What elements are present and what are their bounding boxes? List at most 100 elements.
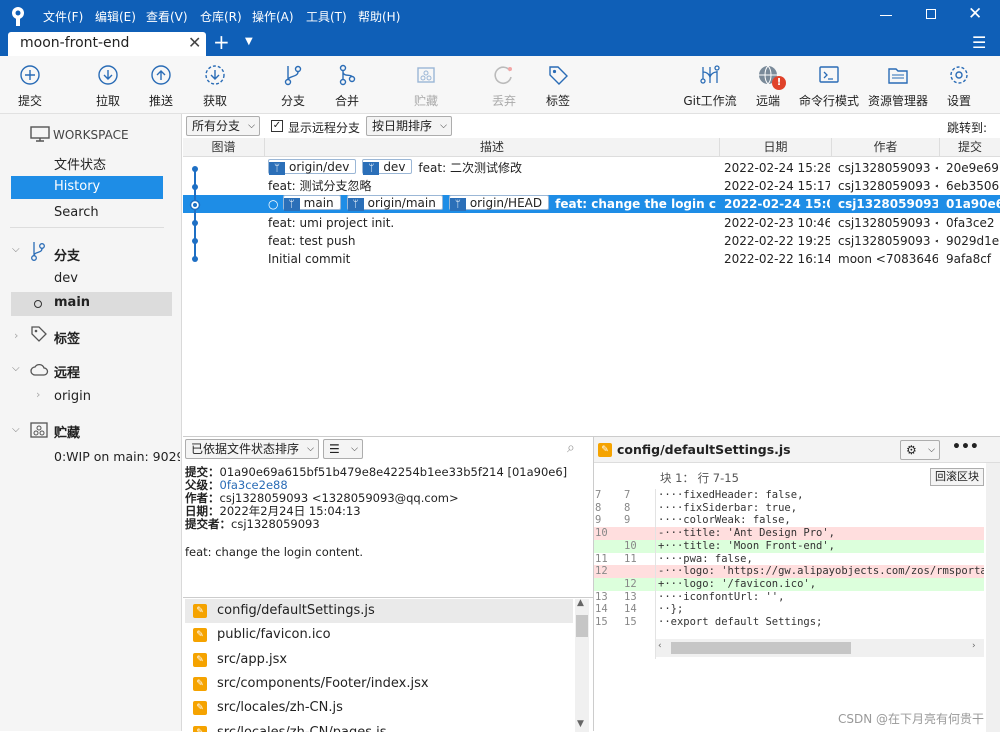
more-options-icon[interactable]: ••• [952, 439, 979, 455]
commit-author: csj1328059093 < [838, 159, 938, 177]
menu-tools[interactable]: 工具(T) [306, 8, 347, 25]
files-scrollbar[interactable]: ▲ ▼ [575, 599, 589, 732]
settings-button[interactable]: 设置 [929, 56, 989, 114]
ref-label[interactable]: ᛘorigin/main [347, 195, 443, 210]
pull-button[interactable]: 拉取 [78, 56, 138, 114]
hamburger-menu-icon[interactable]: ☰ [972, 33, 986, 52]
branch-filter-dropdown[interactable]: 所有分支 ⌵ [186, 116, 260, 136]
terminal-button[interactable]: 命令行模式 [798, 56, 860, 114]
maximize-button[interactable] [926, 9, 936, 19]
commit-row[interactable]: feat: test push2022-02-22 19:25csj132805… [183, 232, 1000, 250]
tab-moon-front-end[interactable]: moon-front-end ✕ [8, 32, 206, 56]
diff-code: -···logo: 'https://gw.alipayobjects.com/… [658, 565, 984, 578]
ref-label[interactable]: ᛘmain [283, 195, 341, 210]
cloud-icon [30, 363, 50, 377]
stashes-chevron-down-icon[interactable]: ⌵ [12, 424, 20, 435]
menu-repository[interactable]: 仓库(R) [200, 8, 242, 25]
fetch-button[interactable]: 获取 [185, 56, 245, 114]
stashes-heading[interactable]: 贮藏 [54, 422, 80, 441]
ref-label[interactable]: ᛘorigin/dev [268, 159, 356, 174]
tags-chevron-right-icon[interactable]: › [14, 329, 18, 342]
diff-horizontal-scrollbar[interactable]: ‹ › [656, 639, 984, 657]
push-button[interactable]: 推送 [131, 56, 191, 114]
revert-hunk-button[interactable]: 回滚区块 [930, 468, 984, 486]
workspace-heading: WORKSPACE [53, 128, 129, 142]
commit-row[interactable]: feat: umi project init.2022-02-23 10:46c… [183, 214, 1000, 232]
commit-button[interactable]: 提交 [0, 56, 60, 114]
parent-link[interactable]: 0fa3ce2e88 [220, 478, 288, 492]
commit-row[interactable]: Initial commit2022-02-22 16:14moon <7083… [183, 250, 1000, 268]
commit-label: 提交 [0, 92, 60, 109]
menu-edit[interactable]: 编辑(E) [95, 8, 136, 25]
commit-hash: 01a90e6 [946, 195, 1000, 213]
remotes-chevron-down-icon[interactable]: ⌵ [12, 363, 20, 374]
changed-file-row[interactable]: ✎src/components/Footer/index.jsx [185, 672, 573, 696]
explorer-button[interactable]: 资源管理器 [866, 56, 930, 114]
sidebar-branch-dev[interactable]: dev [54, 271, 78, 286]
column-header-commit[interactable]: 提交 [940, 138, 1000, 157]
file-sort-value: 已依据文件状态排序 [191, 442, 299, 456]
close-tab-icon[interactable]: ✕ [188, 33, 201, 52]
ref-label[interactable]: ᛘdev [362, 159, 412, 174]
file-sort-dropdown[interactable]: 已依据文件状态排序 ⌵ [185, 439, 319, 459]
close-window-button[interactable]: ✕ [968, 4, 982, 24]
column-header-description[interactable]: 描述 [265, 138, 720, 157]
diff-vertical-scrollbar[interactable] [986, 463, 1000, 732]
view-mode-dropdown[interactable]: ☰ ⌵ [323, 439, 363, 459]
changed-file-row[interactable]: ✎src/app.jsx [185, 648, 573, 672]
pull-icon [97, 64, 119, 86]
changed-file-row[interactable]: ✎src/locales/zh-CN.js [185, 696, 573, 720]
commit-row[interactable]: feat: 测试分支忽略2022-02-24 15:17csj132805909… [183, 177, 1000, 195]
commit-date: 2022-02-24 15:04 [724, 195, 830, 213]
branches-chevron-down-icon[interactable]: ⌵ [12, 244, 20, 255]
branch-button[interactable]: 分支 [263, 56, 323, 114]
commit-row[interactable]: ○ ᛘmainᛘorigin/mainᛘorigin/HEADfeat: cha… [183, 195, 1000, 213]
show-remote-checkbox[interactable]: ✓ [271, 120, 283, 132]
commit-description: Initial commit [268, 250, 716, 268]
sidebar-item-history[interactable]: History [11, 176, 163, 199]
sidebar-item-search[interactable]: Search [54, 205, 99, 220]
ref-label[interactable]: ᛘorigin/HEAD [449, 195, 549, 210]
branch-icon: ᛘ [450, 198, 466, 211]
discard-button[interactable]: 丢弃 [474, 56, 534, 114]
alert-badge-icon: ! [772, 76, 786, 90]
tag-button[interactable]: 标签 [528, 56, 588, 114]
jump-to-label[interactable]: 跳转到: [947, 119, 987, 136]
remote-button[interactable]: ! 远端 [738, 56, 798, 114]
menu-actions[interactable]: 操作(A) [252, 8, 294, 25]
changed-file-row[interactable]: ✎public/favicon.ico [185, 623, 573, 647]
watermark: CSDN @在下月亮有何贵干 [838, 710, 984, 727]
menu-file[interactable]: 文件(F) [43, 8, 83, 25]
sidebar-item-file-status[interactable]: 文件状态 [54, 154, 106, 173]
commit-row[interactable]: ᛘorigin/devᛘdevfeat: 二次测试修改2022-02-24 15… [183, 159, 1000, 177]
stash-button[interactable]: 贮藏 [396, 56, 456, 114]
show-remote-label: 显示远程分支 [288, 119, 360, 136]
date-value: 2022年2月24日 15:04:13 [220, 504, 361, 518]
chevron-down-icon: ⌵ [307, 440, 314, 458]
origin-chevron-right-icon[interactable]: › [36, 388, 40, 401]
remote-label: 远端 [738, 92, 798, 109]
sidebar-branch-main[interactable]: main [11, 292, 172, 316]
merge-button[interactable]: 合并 [317, 56, 377, 114]
sort-order-dropdown[interactable]: 按日期排序 ⌵ [366, 116, 452, 136]
column-header-date[interactable]: 日期 [720, 138, 832, 157]
new-tab-icon[interactable]: + [213, 30, 230, 54]
minimize-button[interactable] [880, 15, 892, 16]
tags-heading[interactable]: 标签 [54, 328, 80, 347]
commit-info: 提交：01a90e69a615bf51b479e8e42254b1ee33b5f… [185, 466, 590, 531]
gitflow-button[interactable]: Git工作流 [680, 56, 740, 114]
menu-help[interactable]: 帮助(H) [358, 8, 400, 25]
column-header-graph[interactable]: 图谱 [183, 138, 265, 157]
diff-options-dropdown[interactable]: ⚙ ⌵ [900, 440, 940, 460]
sidebar-remote-origin[interactable]: origin [54, 389, 91, 404]
search-icon[interactable]: ⌕ [567, 440, 575, 456]
changed-file-row[interactable]: ✎src/locales/zh-CN/pages.js [185, 721, 573, 732]
tab-list-chevron-icon[interactable]: ▼ [245, 36, 253, 47]
menu-view[interactable]: 查看(V) [146, 8, 188, 25]
remotes-heading[interactable]: 远程 [54, 362, 80, 381]
column-header-author[interactable]: 作者 [832, 138, 940, 157]
branches-heading[interactable]: 分支 [54, 245, 80, 264]
sidebar-stash-item[interactable]: 0:WIP on main: 9029 [54, 449, 180, 464]
commit-date: 2022-02-22 19:25 [724, 232, 830, 250]
changed-file-row[interactable]: ✎config/defaultSettings.js [185, 599, 573, 623]
